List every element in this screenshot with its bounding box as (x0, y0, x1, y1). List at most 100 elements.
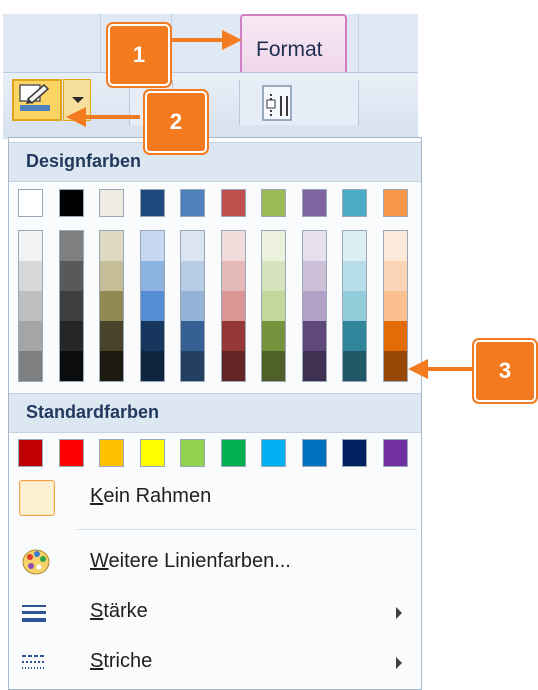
standard-color-swatch[interactable] (342, 439, 367, 467)
ribbon: Format (3, 14, 418, 139)
theme-shade-column (59, 230, 84, 382)
theme-shade-swatch[interactable] (181, 231, 204, 261)
standard-colors-header: Standardfarben (9, 393, 421, 433)
theme-shade-swatch[interactable] (343, 351, 366, 381)
dash-style-icon (22, 655, 46, 669)
theme-shade-swatch[interactable] (343, 291, 366, 321)
theme-shade-swatch[interactable] (384, 231, 407, 261)
color-dropdown-menu: Designfarben Standardfarben Kein Rahmen … (8, 137, 422, 690)
theme-shade-swatch[interactable] (262, 231, 285, 261)
callout-3: 3 (474, 340, 536, 402)
theme-shade-swatch[interactable] (384, 261, 407, 291)
standard-color-swatch[interactable] (221, 439, 246, 467)
theme-color-swatch[interactable] (18, 189, 43, 217)
theme-shade-swatch[interactable] (343, 261, 366, 291)
theme-shade-swatch[interactable] (100, 261, 123, 291)
standard-color-swatch[interactable] (99, 439, 124, 467)
theme-shade-swatch[interactable] (141, 321, 164, 351)
tab-format[interactable]: Format (240, 14, 347, 72)
standard-color-swatch[interactable] (180, 439, 205, 467)
outline-dropdown-button[interactable] (63, 79, 91, 121)
theme-shade-swatch[interactable] (60, 231, 83, 261)
theme-shade-column (302, 230, 327, 382)
submenu-arrow-icon (396, 607, 402, 619)
theme-color-swatch[interactable] (99, 189, 124, 217)
theme-color-swatch[interactable] (221, 189, 246, 217)
theme-shade-swatch[interactable] (222, 231, 245, 261)
theme-shade-swatch[interactable] (100, 321, 123, 351)
standard-colors-heading: Standardfarben (26, 402, 160, 422)
theme-shade-column (383, 230, 408, 382)
theme-shade-swatch[interactable] (100, 351, 123, 381)
standard-color-swatch[interactable] (59, 439, 84, 467)
theme-shade-swatch[interactable] (181, 351, 204, 381)
theme-color-swatch[interactable] (383, 189, 408, 217)
position-icon[interactable] (261, 84, 293, 122)
theme-shade-swatch[interactable] (60, 291, 83, 321)
theme-shade-swatch[interactable] (384, 291, 407, 321)
theme-shade-column (221, 230, 246, 382)
theme-shade-column (18, 230, 43, 382)
theme-shade-swatch[interactable] (181, 321, 204, 351)
theme-shade-swatch[interactable] (384, 321, 407, 351)
theme-shade-column (342, 230, 367, 382)
theme-shade-swatch[interactable] (141, 261, 164, 291)
theme-color-swatch[interactable] (140, 189, 165, 217)
menu-item-no-border[interactable]: Kein Rahmen (9, 473, 421, 523)
standard-color-swatch[interactable] (140, 439, 165, 467)
tab-divider (171, 14, 172, 72)
theme-shade-swatch[interactable] (181, 291, 204, 321)
theme-shade-swatch[interactable] (303, 291, 326, 321)
theme-shade-swatch[interactable] (262, 291, 285, 321)
theme-shade-swatch[interactable] (181, 261, 204, 291)
theme-shade-swatch[interactable] (262, 351, 285, 381)
menu-item-label-mnemonic: W (90, 550, 109, 572)
menu-item-more-line-colors[interactable]: Weitere Linienfarben... (9, 538, 421, 588)
theme-shade-swatch[interactable] (303, 321, 326, 351)
theme-shade-swatch[interactable] (60, 321, 83, 351)
theme-shade-swatch[interactable] (19, 351, 42, 381)
color-palette-icon (22, 549, 50, 575)
callout-2: 2 (145, 91, 207, 153)
theme-shade-column (261, 230, 286, 382)
menu-item-label-mnemonic: K (90, 485, 104, 507)
menu-item-label: ein Rahmen (103, 485, 212, 507)
theme-shade-swatch[interactable] (343, 321, 366, 351)
standard-color-swatch[interactable] (383, 439, 408, 467)
theme-shade-swatch[interactable] (19, 291, 42, 321)
theme-shade-swatch[interactable] (60, 351, 83, 381)
outline-color-bar (20, 105, 50, 111)
theme-shade-swatch[interactable] (141, 231, 164, 261)
theme-shade-swatch[interactable] (222, 291, 245, 321)
theme-color-swatch[interactable] (302, 189, 327, 217)
theme-shade-swatch[interactable] (100, 291, 123, 321)
menu-item-dashes[interactable]: Striche (9, 638, 421, 688)
theme-shade-swatch[interactable] (222, 321, 245, 351)
theme-shade-swatch[interactable] (141, 351, 164, 381)
theme-colors-header: Designfarben (9, 142, 421, 182)
theme-shade-swatch[interactable] (262, 261, 285, 291)
theme-shade-swatch[interactable] (222, 351, 245, 381)
theme-shade-swatch[interactable] (19, 261, 42, 291)
theme-shade-swatch[interactable] (343, 231, 366, 261)
theme-shade-swatch[interactable] (19, 321, 42, 351)
theme-color-swatch[interactable] (59, 189, 84, 217)
theme-color-swatch[interactable] (342, 189, 367, 217)
theme-shade-swatch[interactable] (60, 261, 83, 291)
theme-shade-swatch[interactable] (303, 261, 326, 291)
theme-shade-swatch[interactable] (141, 291, 164, 321)
theme-shade-swatch[interactable] (303, 231, 326, 261)
standard-color-swatch[interactable] (18, 439, 43, 467)
theme-shade-swatch[interactable] (303, 351, 326, 381)
standard-color-swatch[interactable] (261, 439, 286, 467)
menu-item-weight[interactable]: Stärke (9, 588, 421, 638)
standard-color-swatch[interactable] (302, 439, 327, 467)
theme-shade-swatch[interactable] (19, 231, 42, 261)
theme-shade-swatch[interactable] (100, 231, 123, 261)
theme-color-swatch[interactable] (261, 189, 286, 217)
theme-shade-swatch[interactable] (384, 351, 407, 381)
theme-shade-swatch[interactable] (262, 321, 285, 351)
theme-color-swatch[interactable] (180, 189, 205, 217)
shape-outline-button[interactable] (12, 79, 62, 121)
theme-shade-swatch[interactable] (222, 261, 245, 291)
